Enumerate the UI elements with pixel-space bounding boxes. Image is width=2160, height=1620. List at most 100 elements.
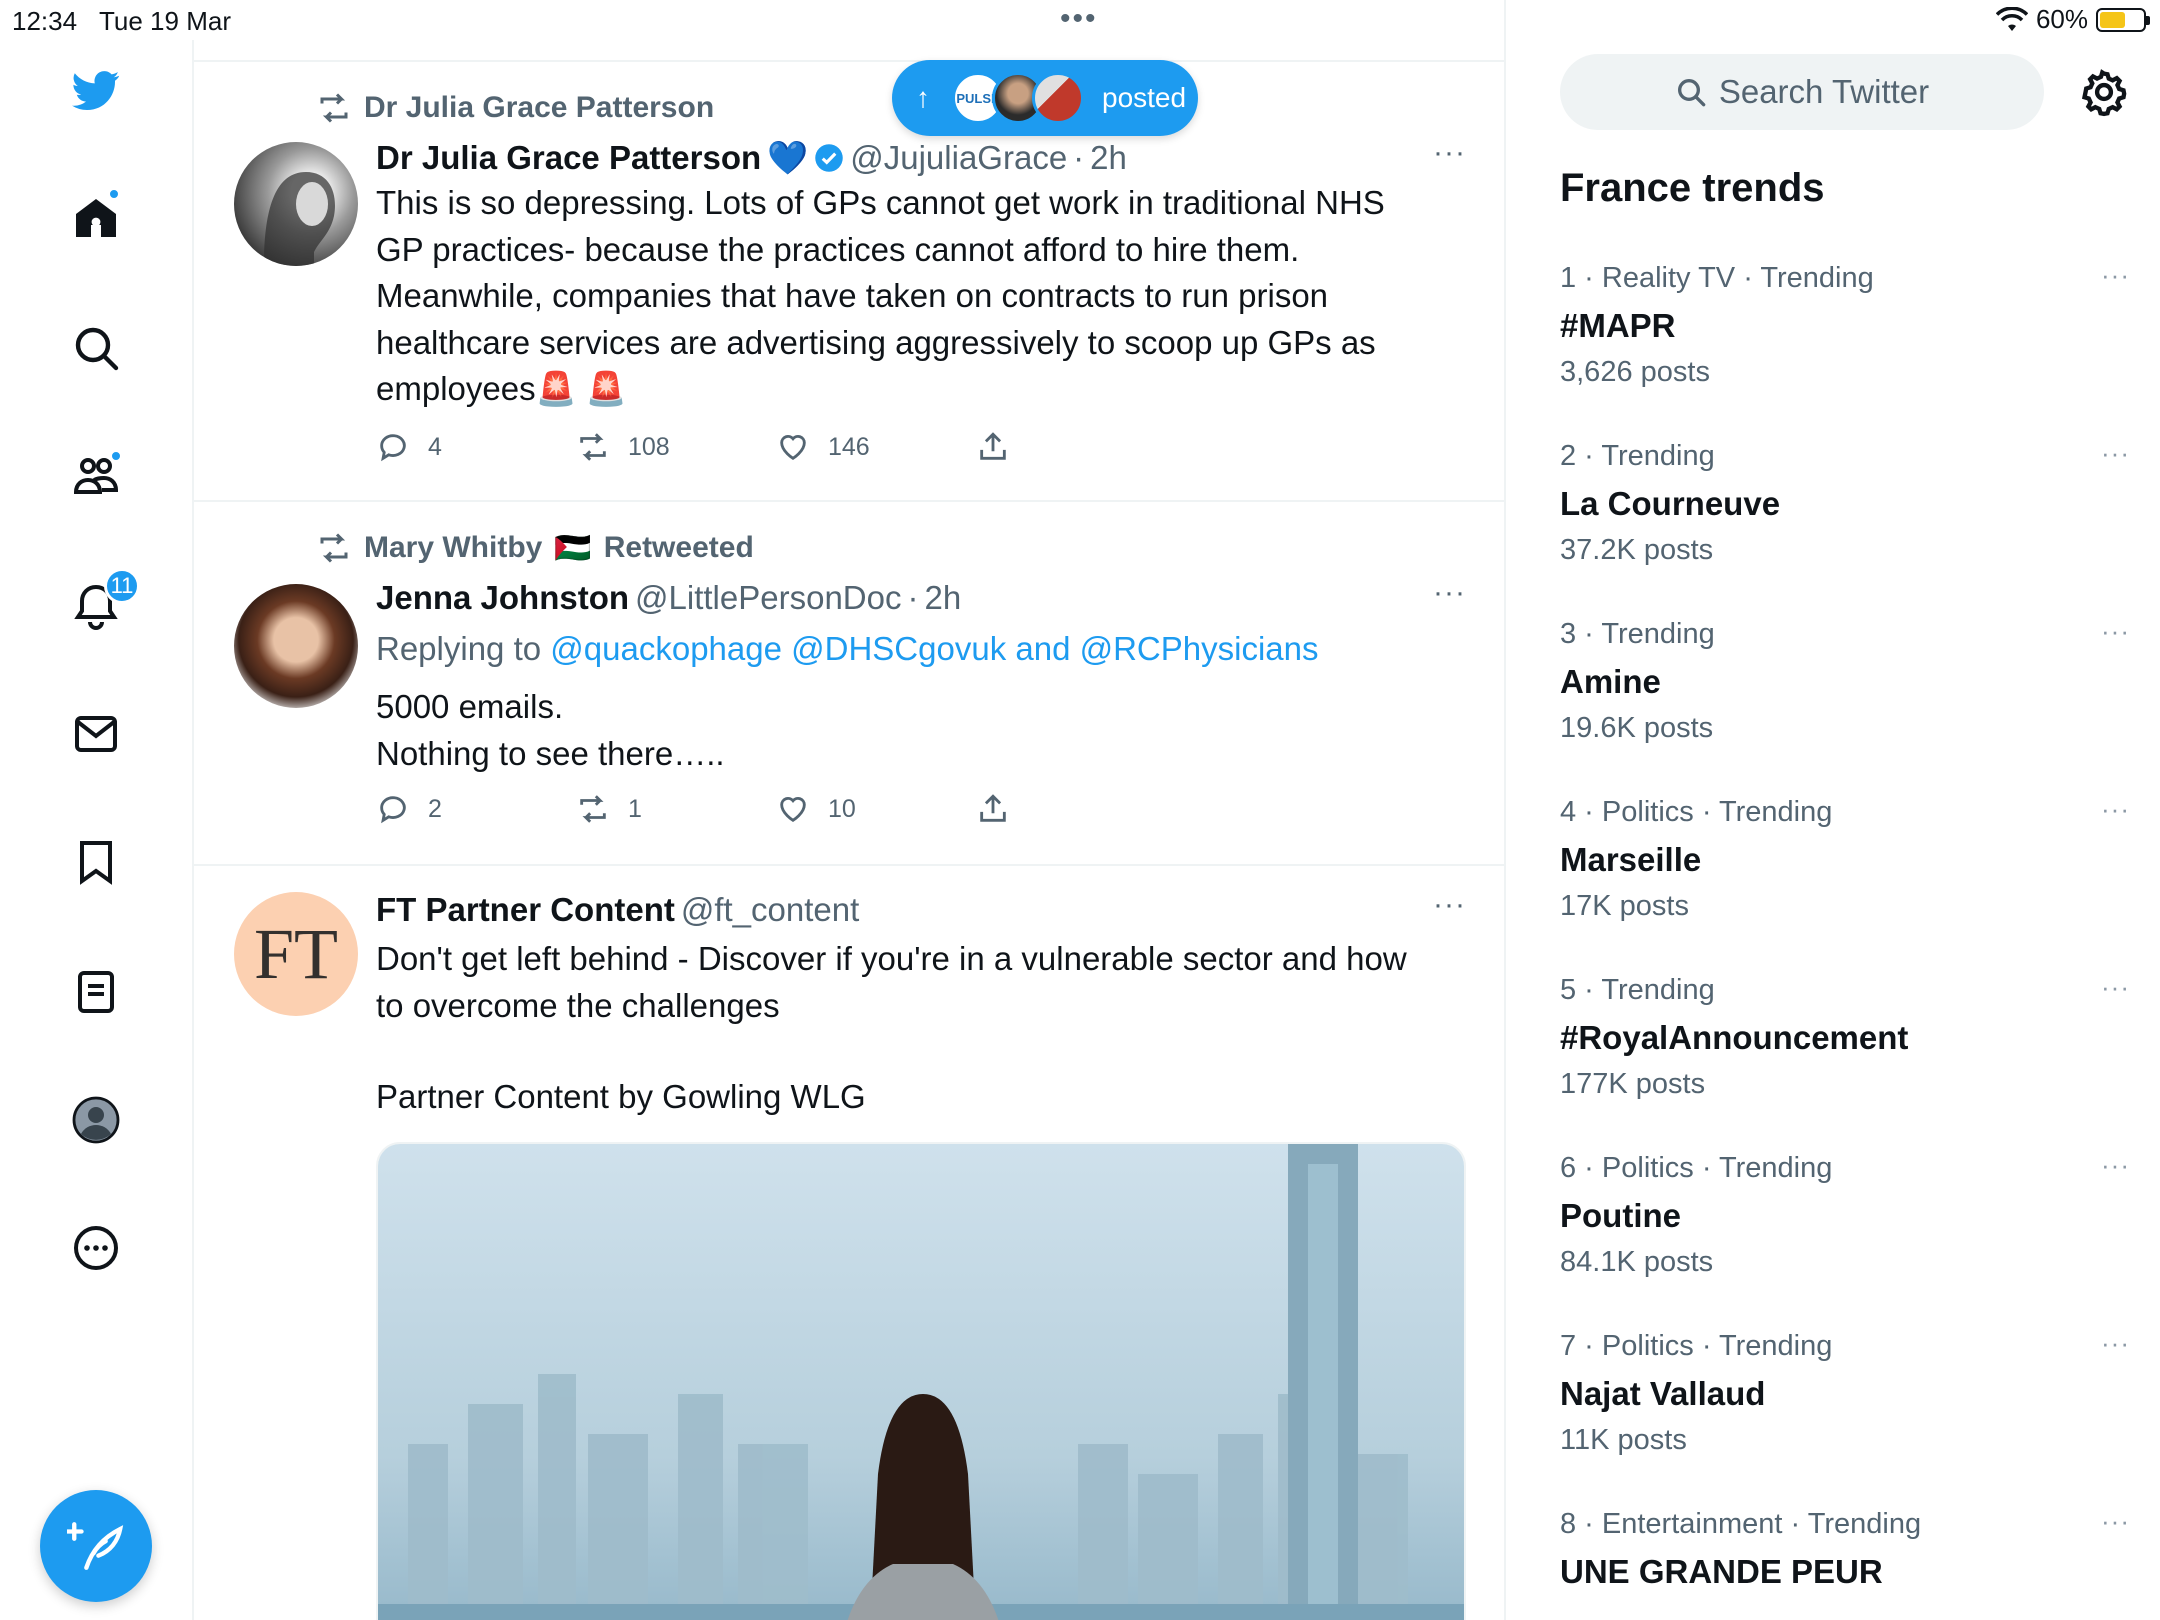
compose-feather-icon	[67, 1522, 124, 1570]
replying-to-links[interactable]: @quackophage @DHSCgovuk and @RCPhysician…	[550, 630, 1318, 667]
trend-more-icon[interactable]: ···	[2101, 1150, 2130, 1181]
tweet-more-icon[interactable]: ···	[1433, 136, 1466, 170]
tweet-header: Jenna Johnston @LittlePersonDoc · 2h	[376, 576, 1466, 620]
trend-count: 3,626 posts	[1560, 356, 1710, 388]
author-handle[interactable]: @ft_content	[681, 888, 859, 932]
trend-count: 84.1K posts	[1560, 1246, 1714, 1278]
reply-button[interactable]: 2	[376, 792, 576, 826]
new-posts-pill[interactable]: ↑ PULSE posted	[892, 60, 1198, 136]
tweet-actions: 2 1 10	[376, 792, 1176, 826]
like-button[interactable]: 146	[776, 430, 976, 464]
tweet-text-line: Don't get left behind - Discover if you'…	[376, 940, 1407, 977]
tweet-more-icon[interactable]: ···	[1433, 888, 1466, 922]
trend-meta: 1 · Reality TV · Trending	[1560, 262, 1874, 294]
search-placeholder: Search Twitter	[1718, 73, 1930, 110]
status-time: 12:34	[12, 6, 78, 36]
tweet-text-line: 5000 emails.	[376, 688, 564, 725]
retweet-context-name[interactable]: Dr Julia Grace Patterson	[364, 91, 714, 125]
compose-tweet-button[interactable]	[40, 1490, 152, 1602]
reply-button[interactable]: 4	[376, 430, 576, 464]
pill-avatar-3	[1032, 72, 1084, 124]
tweet-more-icon[interactable]: ···	[1433, 576, 1466, 610]
retweeted-label: Retweeted	[603, 531, 754, 564]
tweet-patterson[interactable]: Dr Julia Grace Patterson Dr Julia Grace …	[194, 62, 1504, 502]
trend-meta: 6 · Politics · Trending	[1560, 1152, 1833, 1184]
trend-more-icon[interactable]: ···	[2101, 1328, 2130, 1359]
tweet-time[interactable]: 2h	[1090, 136, 1127, 180]
author-name[interactable]: FT Partner Content	[376, 888, 675, 932]
retweet-button[interactable]: 1	[576, 792, 776, 826]
trend-meta: 8 · Entertainment · Trending	[1560, 1508, 1922, 1540]
tweet-johnston[interactable]: Mary Whitby 🇵🇸 Retweeted Jenna Johnston …	[194, 502, 1504, 866]
trend-item[interactable]: 5 · Trending #RoyalAnnouncement 177K pos…	[1560, 970, 2129, 1120]
notifications-icon[interactable]: 11	[70, 568, 140, 632]
trend-item[interactable]: 2 · Trending La Courneuve 37.2K posts ··…	[1560, 436, 2129, 586]
trend-more-icon[interactable]: ···	[2101, 972, 2130, 1003]
lists-icon[interactable]	[70, 966, 122, 1018]
search-input[interactable]: Search Twitter	[1560, 54, 2044, 130]
partner-content-line: Partner Content by Gowling WLG	[376, 1078, 866, 1115]
avatar-ft[interactable]: FT	[234, 892, 358, 1016]
more-icon[interactable]	[70, 1222, 122, 1274]
right-sidebar: Search Twitter France trends 1 · Reality…	[1506, 0, 2160, 1620]
trend-count: 11K posts	[1560, 1424, 1687, 1456]
trend-item[interactable]: 4 · Politics · Trending Marseille 17K po…	[1560, 792, 2129, 942]
trend-item[interactable]: 7 · Politics · Trending Najat Vallaud 11…	[1560, 1326, 2129, 1476]
author-name[interactable]: Jenna Johnston	[376, 576, 629, 620]
retweet-count: 108	[628, 432, 670, 461]
trend-name: Najat Vallaud	[1560, 1375, 1766, 1412]
trend-name: Poutine	[1560, 1197, 1681, 1234]
messages-icon[interactable]	[70, 708, 122, 760]
home-icon[interactable]	[70, 188, 122, 244]
communities-icon[interactable]	[70, 450, 122, 502]
share-button[interactable]	[976, 792, 1176, 826]
posted-label: posted	[1102, 82, 1187, 113]
retweet-icon	[320, 93, 348, 123]
trend-name: La Courneuve	[1560, 485, 1781, 522]
search-icon[interactable]	[70, 322, 122, 374]
tweet-text: Don't get left behind - Discover if you'…	[376, 936, 1466, 1121]
trend-more-icon[interactable]: ···	[2101, 1506, 2130, 1537]
tweet-ft-partner[interactable]: FT FT Partner Content @ft_content ··· Do…	[194, 866, 1504, 1620]
bookmarks-icon[interactable]	[70, 836, 122, 888]
flag-emoji: 🇵🇸	[554, 531, 592, 565]
author-name[interactable]: Dr Julia Grace Patterson	[376, 136, 761, 180]
notifications-count-badge: 11	[104, 568, 140, 604]
tweet-time[interactable]: 2h	[924, 576, 961, 620]
tweet-text: 5000 emails. Nothing to see there…..	[376, 684, 1466, 777]
communities-new-dot	[110, 450, 122, 462]
author-handle[interactable]: @LittlePersonDoc	[635, 576, 901, 620]
home-timeline: Dr Julia Grace Patterson Dr Julia Grace …	[194, 0, 1506, 1620]
trend-more-icon[interactable]: ···	[2101, 438, 2130, 469]
trend-count: 37.2K posts	[1560, 534, 1714, 566]
profile-icon[interactable]	[70, 1094, 122, 1146]
trend-more-icon[interactable]: ···	[2101, 794, 2130, 825]
trend-meta: 7 · Politics · Trending	[1560, 1330, 1833, 1362]
author-handle[interactable]: @JujuliaGrace	[850, 136, 1067, 180]
verified-badge-icon	[815, 144, 843, 172]
arrow-up-icon: ↑	[916, 82, 930, 113]
avatar-johnston[interactable]	[234, 584, 358, 708]
trend-more-icon[interactable]: ···	[2101, 260, 2130, 291]
retweet-button[interactable]: 108	[576, 430, 776, 464]
heart-emoji: 💙	[767, 139, 809, 176]
tweet-body: Jenna Johnston @LittlePersonDoc · 2h ···…	[376, 576, 1466, 777]
retweeter-name[interactable]: Mary Whitby	[364, 531, 542, 565]
avatar-patterson[interactable]	[234, 142, 358, 266]
reply-icon	[380, 434, 406, 462]
trend-item[interactable]: 8 · Entertainment · Trending UNE GRANDE …	[1560, 1504, 2129, 1614]
replying-to-label: Replying to	[376, 630, 542, 667]
share-button[interactable]	[976, 430, 1176, 464]
promoted-image[interactable]	[376, 1142, 1466, 1620]
trend-item[interactable]: 3 · Trending Amine 19.6K posts ···	[1560, 614, 2129, 764]
like-button[interactable]: 10	[776, 792, 976, 826]
trend-item[interactable]: 6 · Politics · Trending Poutine 84.1K po…	[1560, 1148, 2129, 1298]
settings-gear-icon[interactable]	[2078, 66, 2130, 118]
trend-more-icon[interactable]: ···	[2101, 616, 2130, 647]
left-navigation: 11	[0, 40, 194, 1620]
twitter-logo-icon[interactable]	[70, 64, 122, 116]
trend-name: Amine	[1560, 663, 1661, 700]
trend-item[interactable]: 1 · Reality TV · Trending #MAPR 3,626 po…	[1560, 258, 2129, 408]
separator: ·	[907, 579, 919, 616]
trend-meta: 5 · Trending	[1560, 974, 1715, 1006]
